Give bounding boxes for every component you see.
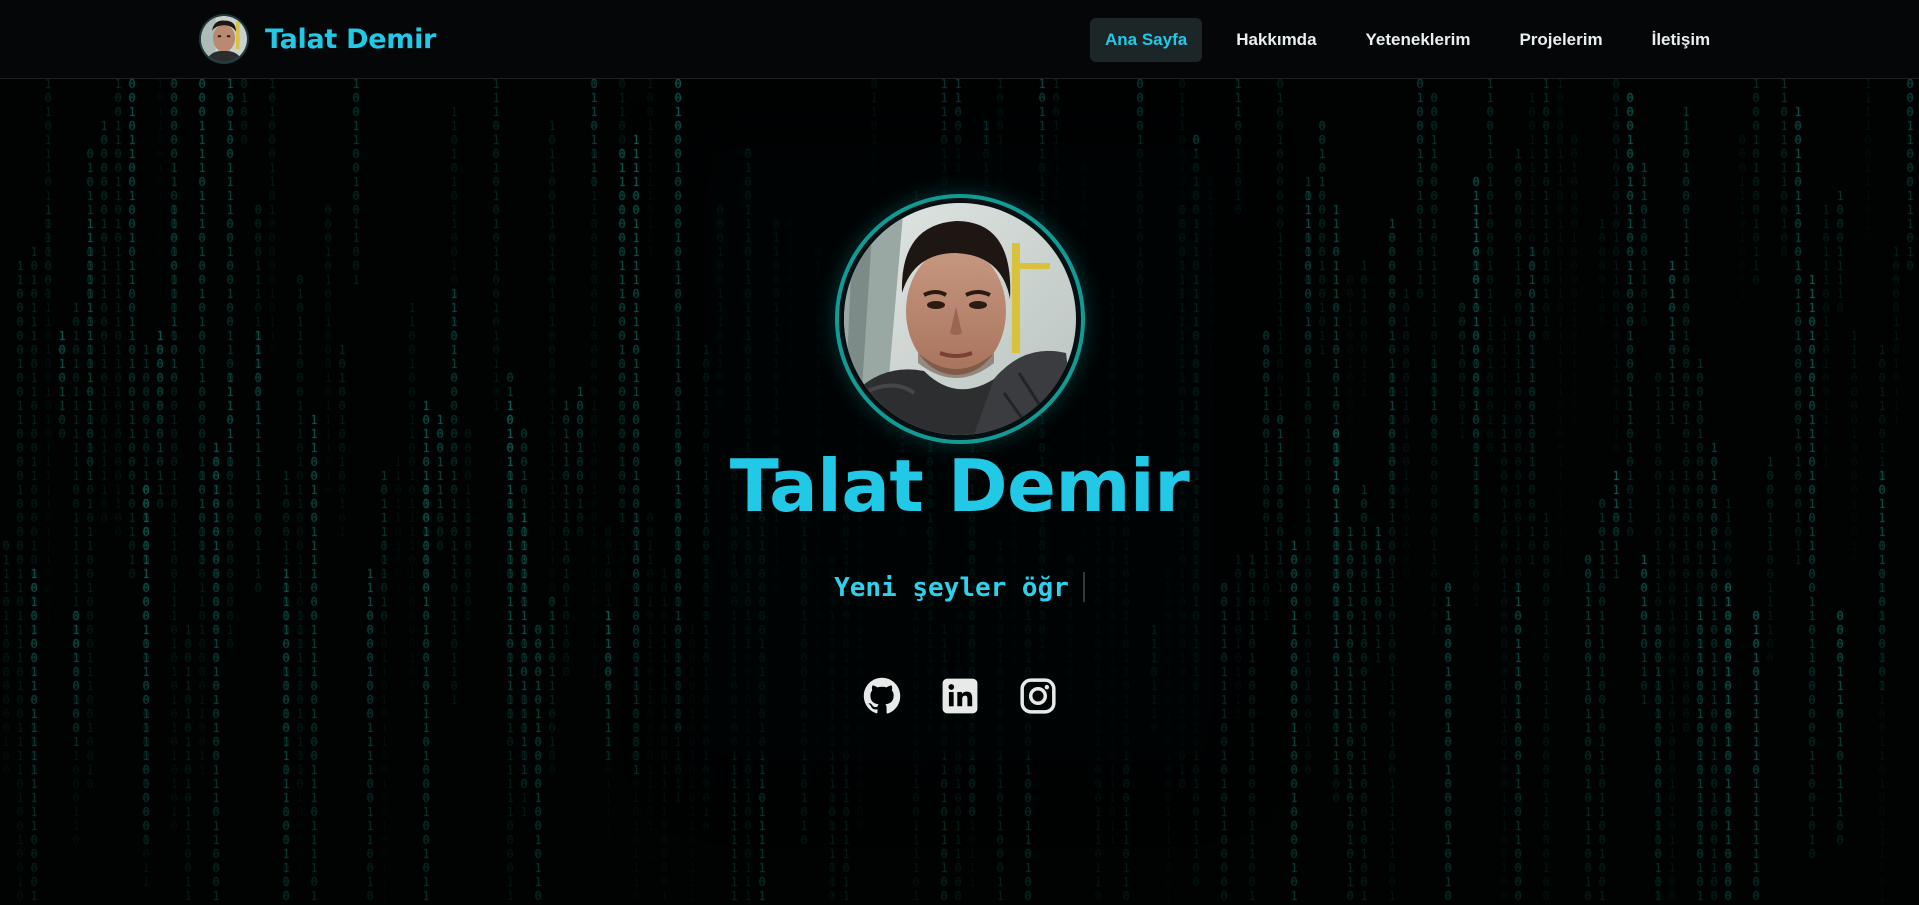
nav-item-iletisim[interactable]: İletişim (1637, 18, 1726, 62)
nav-item-projelerim[interactable]: Projelerim (1504, 18, 1617, 62)
profile-portrait-icon (844, 203, 1076, 435)
social-links (863, 677, 1097, 715)
typing-cursor (1082, 572, 1085, 602)
typed-text: Yeni şeyler öğr (834, 573, 1069, 603)
github-icon (863, 677, 901, 714)
brand-name: Talat Demir (265, 23, 437, 55)
avatar-portrait-icon (201, 16, 247, 62)
linkedin-link[interactable] (941, 677, 979, 715)
nav-item-ana-sayfa[interactable]: Ana Sayfa (1090, 18, 1203, 62)
hero-name: Talat Demir (729, 444, 1190, 528)
nav-item-yeteneklerim[interactable]: Yeteneklerim (1351, 18, 1486, 62)
navbar: Talat Demir Ana Sayfa Hakkımda Yetenekle… (0, 0, 1919, 79)
brand-link[interactable]: Talat Demir (199, 14, 436, 64)
github-link[interactable] (863, 677, 901, 715)
profile-photo (835, 194, 1085, 444)
instagram-icon (1020, 678, 1056, 714)
brand-avatar (199, 14, 249, 64)
typed-tagline: Yeni şeyler öğr (0, 568, 1919, 608)
nav-item-hakkimda[interactable]: Hakkımda (1221, 18, 1331, 62)
main-nav: Ana Sayfa Hakkımda Yeteneklerim Projeler… (1090, 18, 1744, 62)
linkedin-icon (942, 678, 978, 714)
instagram-link[interactable] (1019, 677, 1057, 715)
